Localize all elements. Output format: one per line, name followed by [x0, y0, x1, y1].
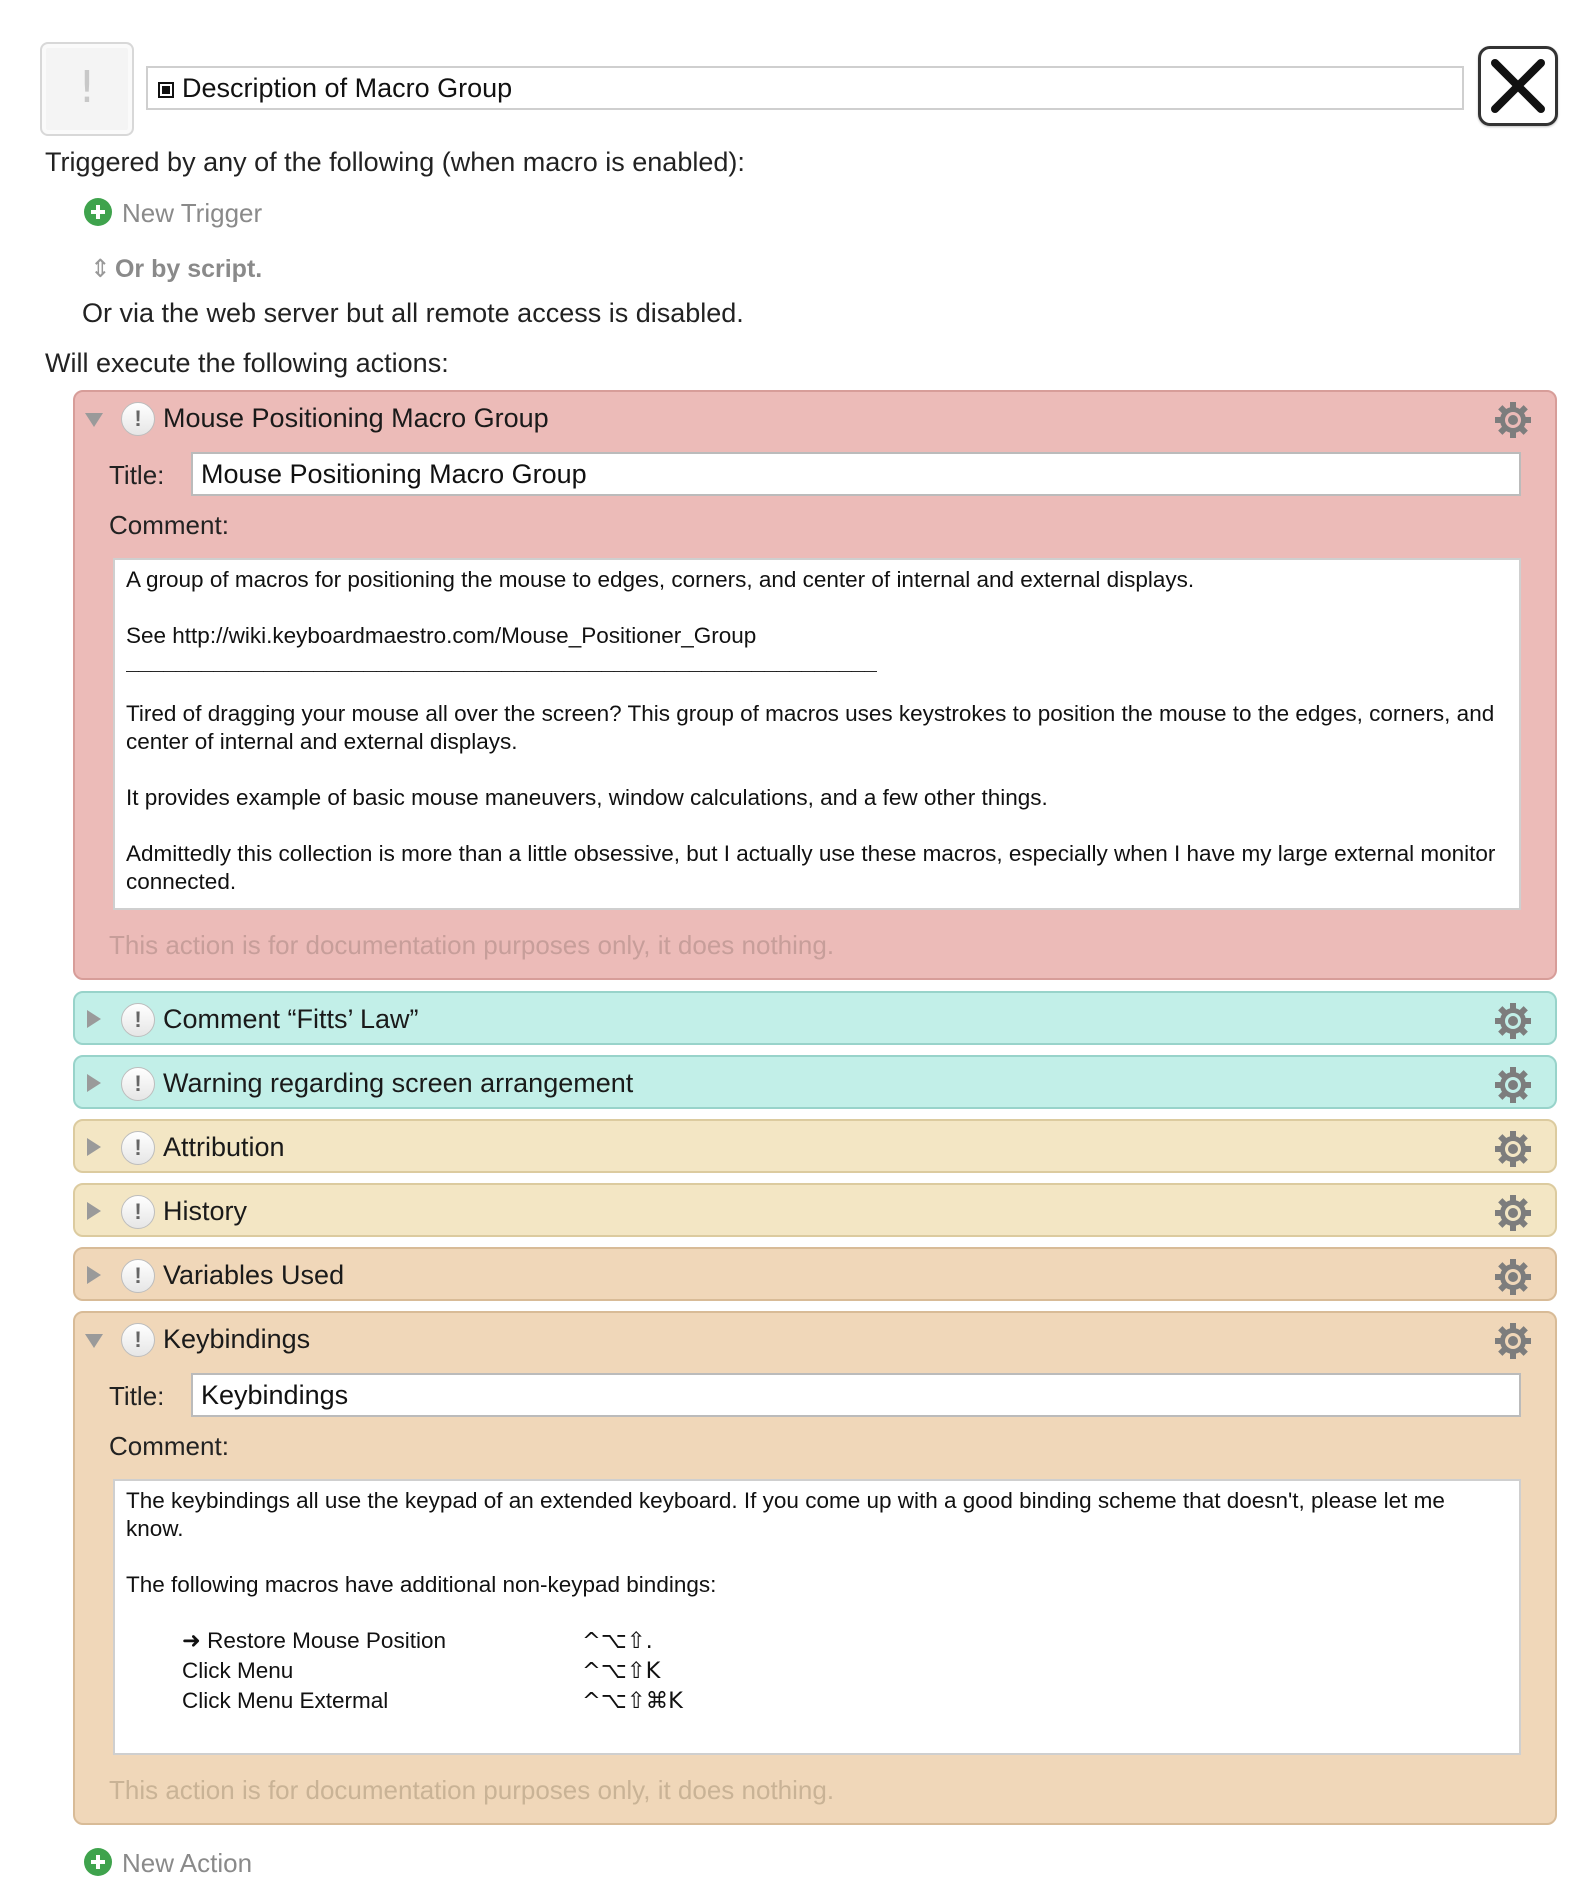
title-input[interactable]: Keybindings [191, 1373, 1521, 1417]
collapse-triangle-icon[interactable] [85, 1334, 103, 1348]
add-circle-icon [84, 1848, 112, 1877]
action-panel[interactable]: ! Mouse Positioning Macro Group Title: M… [73, 390, 1557, 980]
gear-icon[interactable] [1493, 1065, 1533, 1105]
action-title: Mouse Positioning Macro Group [163, 403, 549, 433]
action-header[interactable]: ! Mouse Positioning Macro Group [75, 392, 1555, 446]
or-by-script-toggle[interactable]: ⇕ Or by script. [90, 254, 262, 284]
add-circle-icon [84, 198, 112, 227]
exclamation-icon: ! [121, 1067, 155, 1101]
keybinding-row: Click Menu ^⌥⇧K [126, 1657, 1508, 1687]
action-title: Comment “Fitts’ Law” [163, 1004, 419, 1034]
comment-line: See http://wiki.keyboardmaestro.com/Mous… [126, 623, 757, 648]
action-panel[interactable]: ! Keybindings Title: Keybindings Comment… [73, 1311, 1557, 1825]
keybinding-row: Click Menu Extermal ^⌥⇧⌘K [126, 1687, 1508, 1717]
exclamation-icon: ! [121, 1323, 155, 1357]
keybinding-keys: ^⌥⇧⌘K [582, 1688, 683, 1714]
new-trigger-label: New Trigger [122, 198, 263, 228]
actions-heading: Will execute the following actions: [45, 348, 449, 378]
close-button[interactable] [1478, 46, 1558, 126]
action-panel[interactable]: ! Variables Used [73, 1247, 1557, 1301]
exclamation-icon: ! [121, 1259, 155, 1293]
comment-line: A group of macros for positioning the mo… [126, 567, 1195, 592]
exclamation-icon: ! [121, 1131, 155, 1165]
exclamation-icon: ! [78, 62, 96, 113]
gear-icon[interactable] [1493, 1129, 1533, 1169]
or-by-script-label: Or by script. [114, 255, 263, 283]
new-action-label: New Action [122, 1848, 253, 1878]
title-input[interactable]: Mouse Positioning Macro Group [191, 452, 1521, 496]
title-label: Title: [109, 1381, 165, 1411]
expand-triangle-icon[interactable] [87, 1138, 101, 1156]
expand-triangle-icon[interactable] [87, 1266, 101, 1284]
action-title: Attribution [163, 1132, 285, 1162]
action-title: History [163, 1196, 248, 1226]
action-title: Keybindings [163, 1324, 311, 1354]
gear-icon[interactable] [1493, 1001, 1533, 1041]
new-action-button[interactable]: New Action [84, 1848, 252, 1879]
exclamation-icon: ! [121, 1003, 155, 1037]
macro-icon-well[interactable]: ! [40, 42, 134, 136]
action-title: Warning regarding screen arrangement [163, 1068, 634, 1098]
action-panel[interactable]: ! Comment “Fitts’ Law” [73, 991, 1557, 1045]
action-header[interactable]: ! Warning regarding screen arrangement [75, 1057, 1555, 1111]
gear-icon[interactable] [1493, 1193, 1533, 1233]
action-header[interactable]: ! Variables Used [75, 1249, 1555, 1303]
action-header[interactable]: ! Keybindings [75, 1313, 1555, 1367]
web-server-text: Or via the web server but all remote acc… [82, 298, 744, 328]
comment-line: The following macros have additional non… [126, 1572, 717, 1597]
macro-name-text: Description of Macro Group [182, 73, 513, 103]
title-label: Title: [109, 460, 165, 490]
keybinding-macro: Click Menu Extermal [182, 1688, 389, 1713]
action-panel[interactable]: ! Warning regarding screen arrangement [73, 1055, 1557, 1109]
action-header[interactable]: ! Attribution [75, 1121, 1555, 1175]
collapse-triangle-icon[interactable] [85, 413, 103, 427]
expand-triangle-icon[interactable] [87, 1202, 101, 1220]
comment-label: Comment: [109, 1431, 229, 1461]
keybinding-keys: ^⌥⇧. [582, 1628, 653, 1654]
comment-line: It provides example of basic mouse maneu… [126, 785, 1048, 810]
documentation-note: This action is for documentation purpose… [109, 930, 835, 960]
action-title: Variables Used [163, 1260, 345, 1290]
new-trigger-button[interactable]: New Trigger [84, 198, 262, 229]
keybinding-macro: ➜ Restore Mouse Position [182, 1628, 446, 1653]
comment-line: Admittedly this collection is more than … [126, 841, 1496, 894]
close-icon [1491, 59, 1545, 113]
expand-triangle-icon[interactable] [87, 1074, 101, 1092]
disclosure-updown-icon: ⇕ [90, 255, 111, 283]
action-panel[interactable]: ! Attribution [73, 1119, 1557, 1173]
comment-label: Comment: [109, 510, 229, 540]
comment-line: The keybindings all use the keypad of an… [126, 1488, 1445, 1541]
keybinding-keys: ^⌥⇧K [582, 1658, 661, 1684]
comment-line: Tired of dragging your mouse all over th… [126, 701, 1495, 754]
gear-icon[interactable] [1493, 1257, 1533, 1297]
comment-textarea[interactable]: A group of macros for positioning the mo… [113, 558, 1521, 910]
expand-triangle-icon[interactable] [87, 1010, 101, 1028]
gear-icon[interactable] [1493, 1321, 1533, 1361]
action-header[interactable]: ! History [75, 1185, 1555, 1239]
triggers-heading: Triggered by any of the following (when … [45, 147, 745, 177]
comment-textarea[interactable]: The keybindings all use the keypad of an… [113, 1479, 1521, 1755]
exclamation-icon: ! [121, 402, 155, 436]
gear-icon[interactable] [1493, 400, 1533, 440]
macro-name-field[interactable]: Description of Macro Group [146, 66, 1464, 110]
exclamation-icon: ! [121, 1195, 155, 1229]
comment-line: ________________________________________… [126, 650, 877, 672]
documentation-note: This action is for documentation purpose… [109, 1775, 835, 1805]
keybinding-row: ➜ Restore Mouse Position ^⌥⇧. [126, 1627, 1508, 1657]
action-header[interactable]: ! Comment “Fitts’ Law” [75, 993, 1555, 1047]
action-panel[interactable]: ! History [73, 1183, 1557, 1237]
keybinding-macro: Click Menu [182, 1658, 294, 1683]
macro-group-icon [158, 82, 174, 98]
